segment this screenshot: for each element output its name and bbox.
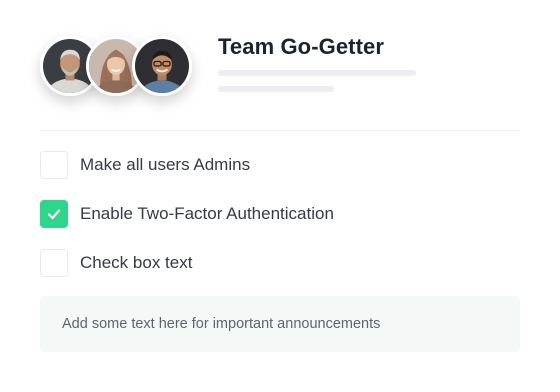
checkmark-icon	[47, 209, 61, 220]
checkbox-two-factor[interactable]	[40, 200, 68, 228]
team-name: Team Go-Getter	[218, 34, 385, 59]
team-header: Team Go-Getter	[40, 34, 520, 98]
options-list: Make all users Admins Enable Two-Factor …	[40, 151, 520, 298]
option-make-admins[interactable]: Make all users Admins	[40, 151, 520, 179]
avatar-group	[40, 34, 200, 98]
option-label: Check box text	[80, 253, 193, 272]
divider	[40, 130, 520, 131]
team-info: Team Go-Getter	[218, 34, 416, 92]
option-check-box-text[interactable]: Check box text	[40, 249, 520, 277]
placeholder-line	[218, 86, 334, 92]
team-settings-card: Team Go-Getter Make all users Admins Ena…	[0, 0, 560, 392]
option-label: Make all users Admins	[80, 155, 251, 174]
option-label: Enable Two-Factor Authentication	[80, 204, 334, 223]
avatar-person-icon	[135, 39, 189, 93]
option-two-factor[interactable]: Enable Two-Factor Authentication	[40, 200, 520, 228]
checkbox-make-admins[interactable]	[40, 151, 68, 179]
announcement-text: Add some text here for important announc…	[62, 316, 381, 332]
avatar[interactable]	[132, 36, 192, 96]
checkbox-check-box-text[interactable]	[40, 249, 68, 277]
announcement-box[interactable]: Add some text here for important announc…	[40, 296, 520, 352]
placeholder-line	[218, 70, 416, 76]
